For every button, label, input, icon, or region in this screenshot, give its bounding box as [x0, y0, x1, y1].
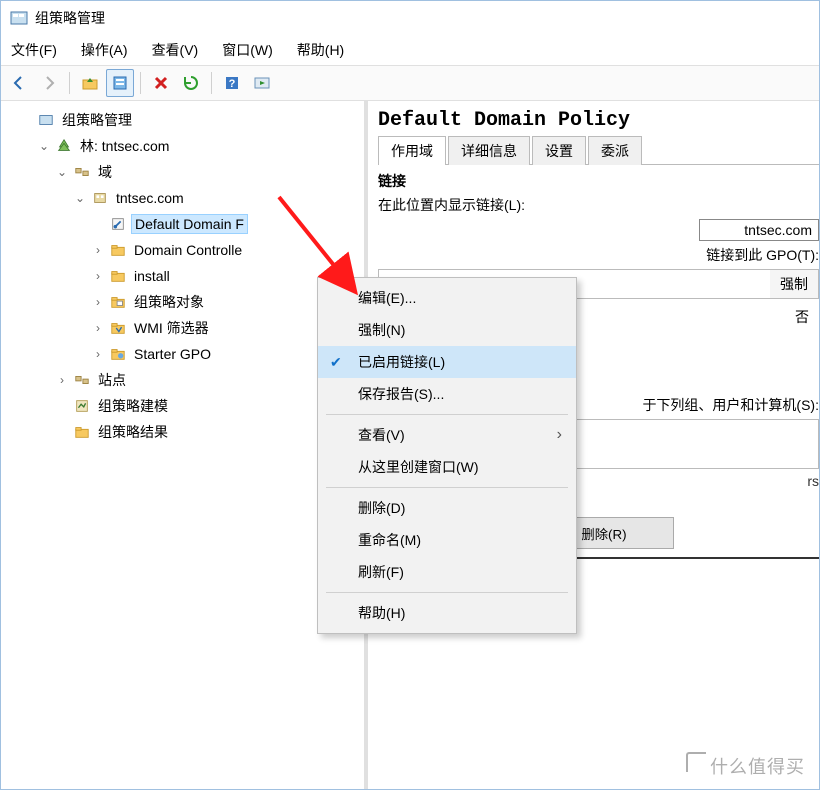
tree-label: 组策略结果: [95, 421, 171, 443]
modeling-icon: [73, 397, 91, 415]
display-links-label: 在此位置内显示链接(L):: [378, 195, 819, 215]
links-header: 链接: [378, 171, 819, 191]
ou-icon: [109, 267, 127, 285]
ctx-help[interactable]: 帮助(H): [318, 597, 576, 629]
page-title: Default Domain Policy: [378, 109, 819, 132]
chevron-right-icon[interactable]: ›: [91, 243, 105, 257]
window-title: 组策略管理: [35, 8, 105, 28]
toolbar-forward[interactable]: [35, 69, 63, 97]
toolbar-properties[interactable]: [106, 69, 134, 97]
chevron-right-icon[interactable]: ›: [55, 373, 69, 387]
gpo-link-icon: [109, 215, 127, 233]
toolbar-delete[interactable]: [147, 69, 175, 97]
tree-label: install: [131, 267, 173, 285]
ctx-divider: [326, 487, 568, 488]
menu-action[interactable]: 操作(A): [77, 38, 132, 62]
toolbar-separator: [140, 72, 141, 94]
sites-icon: [73, 371, 91, 389]
display-links-value[interactable]: tntsec.com: [699, 219, 819, 241]
tree-label: WMI 筛选器: [131, 317, 212, 339]
tab-delegation[interactable]: 委派: [588, 136, 642, 165]
toolbar-up-folder[interactable]: [76, 69, 104, 97]
toolbar-refresh[interactable]: [177, 69, 205, 97]
forest-icon: [55, 137, 73, 155]
chevron-right-icon[interactable]: ›: [91, 269, 105, 283]
chevron-down-icon[interactable]: ⌄: [73, 191, 87, 205]
title-bar: 组策略管理: [1, 1, 819, 35]
tree-domain[interactable]: ⌄ tntsec.com: [73, 185, 364, 211]
tree-forest[interactable]: ⌄ 林: tntsec.com: [37, 133, 364, 159]
ctx-enforce[interactable]: 强制(N): [318, 314, 576, 346]
domains-icon: [73, 163, 91, 181]
svg-text:?: ?: [229, 78, 236, 90]
tab-settings[interactable]: 设置: [532, 136, 586, 165]
toolbar-back[interactable]: [5, 69, 33, 97]
toolbar-separator: [211, 72, 212, 94]
tree-label: Default Domain F: [131, 214, 248, 234]
gpo-container-icon: [109, 293, 127, 311]
chevron-right-icon[interactable]: ›: [91, 321, 105, 335]
tree-panel: 组策略管理 ⌄ 林: tntsec.com: [1, 101, 368, 789]
ctx-divider: [326, 414, 568, 415]
ctx-save-report[interactable]: 保存报告(S)...: [318, 378, 576, 410]
toolbar: ?: [1, 65, 819, 101]
tree-item-domain-controllers[interactable]: › Domain Controlle: [91, 237, 364, 263]
tab-strip: 作用域 详细信息 设置 委派: [378, 136, 819, 165]
tab-details[interactable]: 详细信息: [448, 136, 530, 165]
tree-label: Starter GPO: [131, 345, 214, 363]
chevron-right-icon[interactable]: ›: [91, 295, 105, 309]
app-icon: [9, 8, 29, 28]
ctx-new-window[interactable]: 从这里创建窗口(W): [318, 451, 576, 483]
tree-label: 组策略建模: [95, 395, 171, 417]
toolbar-run[interactable]: [248, 69, 276, 97]
ctx-link-enabled[interactable]: 已启用链接(L): [318, 346, 576, 378]
tree-label: 组策略管理: [59, 109, 135, 131]
ou-icon: [109, 241, 127, 259]
domain-icon: [91, 189, 109, 207]
ctx-refresh[interactable]: 刷新(F): [318, 556, 576, 588]
watermark: 什么值得买: [686, 753, 805, 779]
tree-label: 组策略对象: [131, 291, 207, 313]
watermark-text: 什么值得买: [710, 753, 805, 779]
ctx-rename[interactable]: 重命名(M): [318, 524, 576, 556]
tree-label: 域: [95, 161, 115, 183]
tree-domains[interactable]: ⌄ 域: [55, 159, 364, 185]
menu-window[interactable]: 窗口(W): [218, 38, 277, 62]
ctx-edit[interactable]: 编辑(E)...: [318, 282, 576, 314]
ctx-divider: [326, 592, 568, 593]
col-enforced[interactable]: 强制: [770, 270, 818, 298]
linked-to-label: 链接到此 GPO(T):: [378, 245, 819, 265]
menu-file[interactable]: 文件(F): [7, 38, 61, 62]
ctx-view[interactable]: 查看(V): [318, 419, 576, 451]
tree-label: tntsec.com: [113, 189, 187, 207]
toolbar-help[interactable]: ?: [218, 69, 246, 97]
starter-gpo-icon: [109, 345, 127, 363]
tree-root[interactable]: 组策略管理: [19, 107, 364, 133]
toolbar-separator: [69, 72, 70, 94]
results-icon: [73, 423, 91, 441]
wmi-icon: [109, 319, 127, 337]
chevron-down-icon[interactable]: ⌄: [55, 165, 69, 179]
chevron-down-icon[interactable]: ⌄: [37, 139, 51, 153]
menu-bar: 文件(F) 操作(A) 查看(V) 窗口(W) 帮助(H): [1, 35, 819, 65]
tree-label: 站点: [95, 369, 129, 391]
gpmc-root-icon: [37, 111, 55, 129]
tree-label: 林: tntsec.com: [77, 135, 172, 157]
tree-item-default-domain-policy[interactable]: Default Domain F: [91, 211, 364, 237]
menu-help[interactable]: 帮助(H): [293, 38, 348, 62]
chevron-right-icon[interactable]: ›: [91, 347, 105, 361]
tree-label: Domain Controlle: [131, 241, 245, 259]
context-menu: 编辑(E)... 强制(N) 已启用链接(L) 保存报告(S)... 查看(V)…: [317, 277, 577, 634]
tab-scope[interactable]: 作用域: [378, 136, 446, 165]
watermark-icon: [686, 752, 706, 772]
menu-view[interactable]: 查看(V): [148, 38, 203, 62]
ctx-delete[interactable]: 删除(D): [318, 492, 576, 524]
